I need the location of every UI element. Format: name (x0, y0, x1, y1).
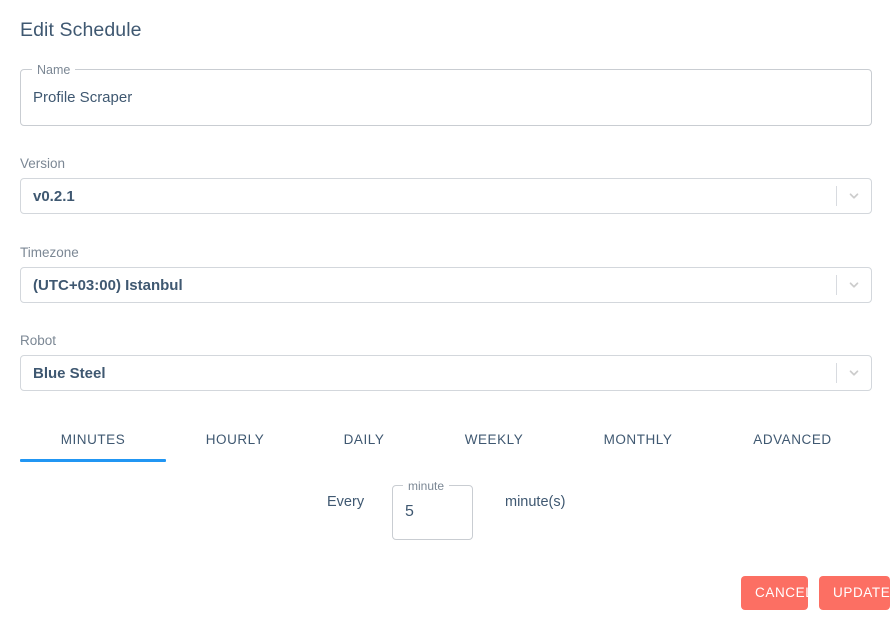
timezone-select-group: Timezone (UTC+03:00) Istanbul (20, 244, 872, 303)
version-select[interactable]: v0.2.1 (20, 178, 872, 214)
robot-label: Robot (20, 333, 57, 348)
chevron-down-icon[interactable] (837, 268, 871, 302)
chevron-down-icon[interactable] (837, 356, 871, 390)
minute-interval-input[interactable]: minute 5 (392, 478, 473, 540)
tab-advanced[interactable]: ADVANCED (723, 425, 862, 465)
tab-hourly[interactable]: HOURLY (171, 425, 299, 465)
active-tab-indicator (20, 459, 166, 462)
tab-weekly[interactable]: WEEKLY (430, 425, 558, 465)
update-button[interactable]: UPDATE (819, 576, 890, 610)
robot-select-group: Robot Blue Steel (20, 332, 872, 391)
version-label: Version (20, 156, 66, 171)
tab-daily[interactable]: DAILY (307, 425, 421, 465)
timezone-label: Timezone (20, 245, 79, 260)
name-field-value: Profile Scraper (33, 89, 133, 106)
robot-select-value: Blue Steel (33, 364, 106, 382)
tab-monthly[interactable]: MONTHLY (567, 425, 709, 465)
every-label: Every (327, 494, 365, 510)
minute-input-label: minute (403, 478, 450, 494)
edit-schedule-page: Edit Schedule Name Profile Scraper Versi… (0, 0, 894, 617)
robot-select[interactable]: Blue Steel (20, 355, 872, 391)
version-select-group: Version v0.2.1 (20, 155, 872, 214)
chevron-down-icon[interactable] (837, 179, 871, 213)
timezone-select-value: (UTC+03:00) Istanbul (33, 276, 183, 294)
minutes-unit-label: minute(s) (505, 494, 566, 510)
page-title: Edit Schedule (20, 19, 142, 41)
version-select-value: v0.2.1 (33, 187, 75, 205)
cancel-button[interactable]: CANCEL (741, 576, 813, 610)
minute-input-value: 5 (405, 503, 414, 520)
name-field-label: Name (32, 62, 76, 78)
name-field[interactable]: Name Profile Scraper (20, 62, 872, 126)
timezone-select[interactable]: (UTC+03:00) Istanbul (20, 267, 872, 303)
